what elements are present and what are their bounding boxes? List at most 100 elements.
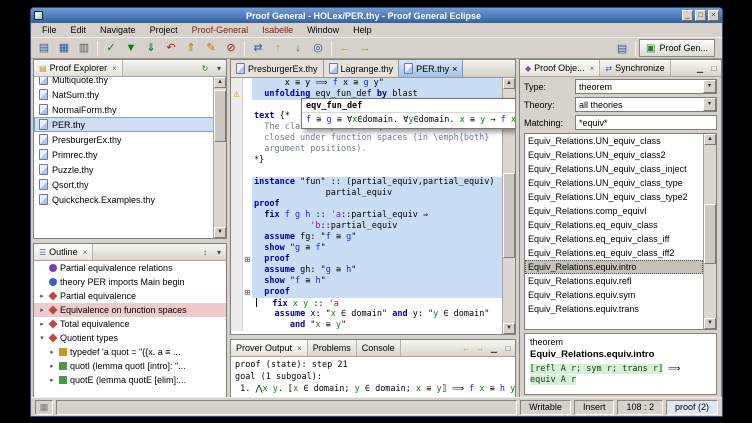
save-button[interactable]: ▦: [54, 39, 74, 57]
find-button[interactable]: ◎: [308, 39, 328, 57]
outline-item[interactable]: ▸typedef 'a quot = "{{x. a ≡ ...: [34, 345, 226, 359]
scrollbar-thumb[interactable]: [503, 173, 515, 258]
editor-line[interactable]: ⊞ proof: [231, 254, 515, 265]
theorem-list-item[interactable]: Equiv_Relations.equiv.trans: [525, 302, 703, 316]
editor-tab-presburgerex-thy[interactable]: PresburgerEx.thy: [231, 60, 324, 77]
explorer-scrollbar[interactable]: ▲ ▼: [213, 77, 226, 238]
tab-synchronize[interactable]: ⇄Synchronize: [600, 60, 670, 76]
proof-undo-button[interactable]: ↶: [161, 39, 181, 57]
expander-right-icon[interactable]: ▸: [38, 306, 46, 314]
expander-right-icon[interactable]: ▸: [48, 362, 56, 370]
maximize-view-icon[interactable]: □: [707, 60, 721, 76]
editor-tab-per-thy[interactable]: PER.thy×: [399, 60, 463, 77]
view-menu-icon[interactable]: ▾: [212, 244, 226, 260]
menu-project[interactable]: Project: [143, 23, 185, 37]
editor-line[interactable]: 'b::partial_equiv: [231, 221, 515, 232]
theorem-list-item[interactable]: Equiv_Relations.equiv.sym: [525, 288, 703, 302]
tab-proof-obje-[interactable]: ◆Proof Obje...×: [520, 60, 600, 76]
step-up-button[interactable]: ↑: [268, 39, 288, 57]
open-perspective-button[interactable]: ▤: [612, 39, 632, 57]
menu-isabelle[interactable]: Isabelle: [255, 23, 300, 37]
fold-plus-icon[interactable]: ⊞: [244, 256, 251, 264]
status-grip-icon[interactable]: ▦: [35, 400, 53, 415]
theorem-list-item[interactable]: Equiv_Relations.UN_equiv_class: [525, 134, 703, 148]
fold-plus-icon[interactable]: ⊞: [244, 289, 251, 297]
theorem-list-item[interactable]: Equiv_Relations.UN_equiv_class_type2: [525, 190, 703, 204]
link-editor-button[interactable]: ⇄: [248, 39, 268, 57]
outline-tab[interactable]: ☰ Outline ×: [34, 244, 93, 260]
previous-output-icon[interactable]: ←: [459, 340, 473, 356]
menu-file[interactable]: File: [35, 23, 64, 37]
expander-down-icon[interactable]: ▾: [38, 334, 46, 342]
outline-item[interactable]: theory PER imports Main begin: [34, 275, 226, 289]
editor-tab-lagrange-thy[interactable]: Lagrange.thy: [324, 60, 400, 77]
explorer-item[interactable]: Multiquote.thy: [34, 77, 226, 87]
minimize-button[interactable]: _: [682, 10, 693, 21]
editor-line[interactable]: ⊞ proof: [231, 287, 515, 298]
scroll-down-icon[interactable]: ▼: [704, 318, 716, 329]
editor-line[interactable]: instance "fun" :: (partial_equiv,partial…: [231, 177, 515, 188]
outline-item[interactable]: ▸Total equivalence: [34, 317, 226, 331]
theorem-list-scrollbar[interactable]: ▲ ▼: [703, 134, 716, 329]
expander-right-icon[interactable]: ▸: [38, 292, 46, 300]
nav-back-button[interactable]: ←: [335, 39, 355, 57]
new-wizard-button[interactable]: ▤: [34, 39, 54, 57]
editor-body[interactable]: x ≡ y ⟹ f x ≅ g y"⚠ unfolding eqv_fun_de…: [231, 78, 515, 334]
outline-item[interactable]: ▸Partial equivalence: [34, 289, 226, 303]
editor-line[interactable]: fix f g h :: 'a::partial_equiv ⇒: [231, 210, 515, 221]
proof-retract-button[interactable]: ⇑: [181, 39, 201, 57]
menu-window[interactable]: Window: [300, 23, 346, 37]
theorem-list-item[interactable]: Equiv_Relations.eq_equiv_class: [525, 218, 703, 232]
editor-line[interactable]: proof: [231, 199, 515, 210]
expander-right-icon[interactable]: ▸: [48, 348, 56, 356]
scroll-down-icon[interactable]: ▼: [214, 227, 226, 238]
editor-line[interactable]: and "x ≡ y": [231, 320, 515, 331]
close-icon[interactable]: ×: [83, 248, 88, 257]
scroll-down-icon[interactable]: ▼: [503, 323, 515, 334]
proof-goto-button[interactable]: ✓: [101, 39, 121, 57]
type-combo[interactable]: theorem ▾: [575, 79, 717, 94]
explorer-item[interactable]: PresburgerEx.thy: [34, 132, 226, 147]
interrupt-button[interactable]: ⊘: [221, 39, 241, 57]
editor-line[interactable]: fix x y :: 'a: [231, 298, 515, 309]
minimize-view-icon[interactable]: ▁: [693, 60, 707, 76]
editor-line[interactable]: x ≡ y ⟹ f x ≅ g y": [231, 78, 515, 89]
active-perspective-button[interactable]: ▣ Proof Gen...: [639, 39, 715, 57]
theorem-list-item[interactable]: Equiv_Relations.UN_equiv_class_inject: [525, 162, 703, 176]
explorer-item[interactable]: Quickcheck.Examples.thy: [34, 192, 226, 207]
outline-item[interactable]: ▸quotE (lemma quotE [elim]:...: [34, 373, 226, 387]
menu-navigate[interactable]: Navigate: [93, 23, 143, 37]
theory-combo[interactable]: all theories ▾: [575, 97, 717, 112]
step-down-button[interactable]: ↓: [288, 39, 308, 57]
matching-input[interactable]: *equiv*: [575, 115, 717, 130]
theorem-list-item[interactable]: Equiv_Relations.comp_equivI: [525, 204, 703, 218]
menu-proof-general[interactable]: Proof-General: [185, 23, 256, 37]
explorer-item[interactable]: PER.thy: [34, 117, 226, 132]
outline-item[interactable]: Partial equivalence relations: [34, 261, 226, 275]
proof-autoplay-button[interactable]: ⇓: [141, 39, 161, 57]
maximize-view-icon[interactable]: □: [501, 340, 515, 356]
tab-prover-output[interactable]: Prover Output×: [231, 340, 308, 356]
explorer-item[interactable]: NatSum.thy: [34, 87, 226, 102]
expander-right-icon[interactable]: ▸: [48, 376, 56, 384]
theorem-list-item[interactable]: Equiv_Relations.eq_equiv_class_iff2: [525, 246, 703, 260]
outline-item[interactable]: ▸Equivalence on function spaces: [34, 303, 226, 317]
editor-line[interactable]: assume gh: "g ≅ h": [231, 265, 515, 276]
minimize-view-icon[interactable]: ▁: [487, 340, 501, 356]
scroll-up-icon[interactable]: ▲: [704, 134, 716, 145]
outline-item[interactable]: ▸quotI (lemma quotI [intro]: "...: [34, 359, 226, 373]
editor-line[interactable]: argument positions).: [231, 144, 515, 155]
scroll-up-icon[interactable]: ▲: [503, 78, 515, 89]
editor-line[interactable]: show "g ≅ f": [231, 243, 515, 254]
editor-line[interactable]: assume x: "x ∈ domain" and y: "y ∈ domai…: [231, 309, 515, 320]
menu-help[interactable]: Help: [346, 23, 379, 37]
scrollbar-thumb[interactable]: [704, 204, 716, 264]
explorer-item[interactable]: Primrec.thy: [34, 147, 226, 162]
nav-forward-button[interactable]: →: [355, 39, 375, 57]
editor-line[interactable]: [231, 166, 515, 177]
dropdown-arrow-icon[interactable]: ▾: [703, 98, 716, 111]
editor-line[interactable]: *}: [231, 155, 515, 166]
close-icon[interactable]: ×: [590, 64, 595, 73]
dropdown-arrow-icon[interactable]: ▾: [703, 80, 716, 93]
scroll-up-icon[interactable]: ▲: [214, 77, 226, 88]
